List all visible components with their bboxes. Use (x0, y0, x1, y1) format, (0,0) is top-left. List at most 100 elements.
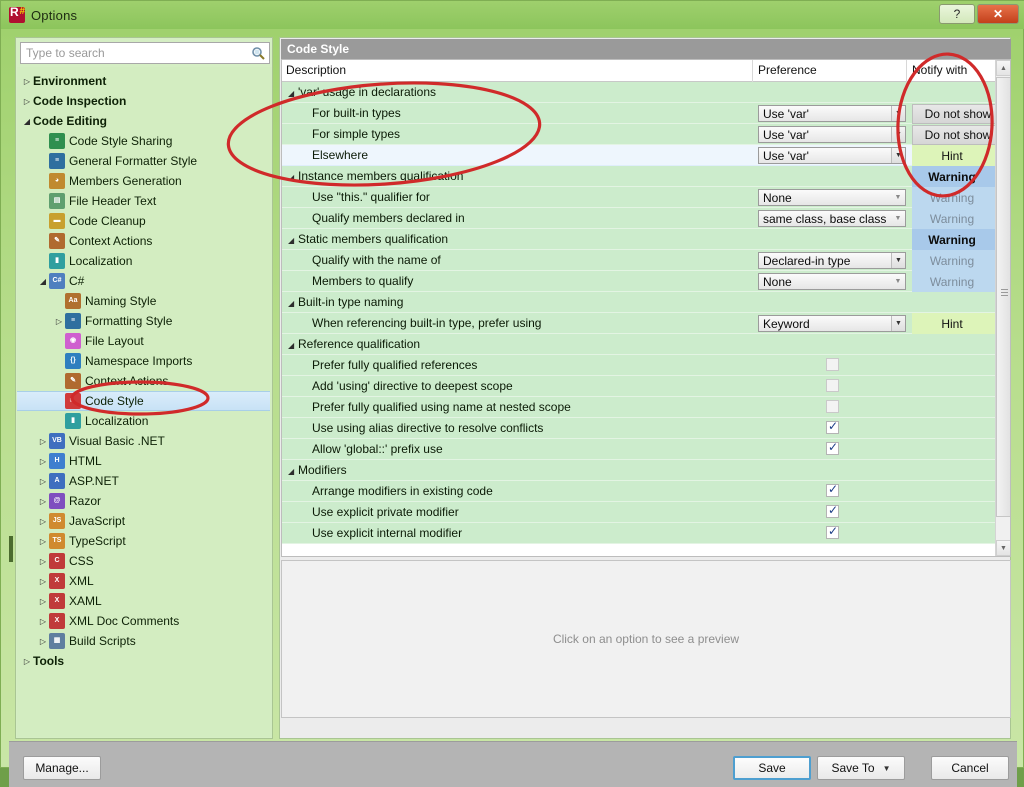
preference-dropdown[interactable]: Use 'var' ▼ (758, 126, 906, 143)
preference-dropdown[interactable]: None ▼ (758, 273, 906, 290)
chevron-right-icon[interactable]: ▷ (37, 537, 49, 546)
notify-with-dropdown[interactable]: Warning▼ (912, 250, 1004, 271)
close-button[interactable]: ✕ (977, 4, 1019, 24)
chevron-down-icon[interactable]: ▼ (891, 211, 905, 226)
chevron-right-icon[interactable]: ▷ (21, 657, 33, 666)
chevron-down-icon[interactable]: ◢ (288, 341, 298, 350)
chevron-right-icon[interactable]: ▷ (21, 77, 33, 86)
notify-with-dropdown[interactable]: Warning▼ (912, 229, 1004, 250)
chevron-down-icon[interactable]: ◢ (288, 89, 298, 98)
preference-dropdown[interactable]: Declared-in type ▼ (758, 252, 906, 269)
table-row[interactable]: Qualify with the name of Declared-in type… (282, 250, 1010, 271)
table-row[interactable]: For built-in types Use 'var' ▼ Do not show (282, 103, 1010, 124)
sidebar-item-tools[interactable]: ▷ Tools (17, 651, 272, 671)
chevron-down-icon[interactable]: ▼ (891, 316, 905, 331)
table-row[interactable]: Add 'using' directive to deepest scope (282, 376, 1010, 397)
sidebar-item-xaml[interactable]: ▷ X XAML (17, 591, 272, 611)
scroll-down-button[interactable]: ▼ (996, 540, 1010, 556)
chevron-right-icon[interactable]: ▷ (37, 457, 49, 466)
sidebar-item-typescript[interactable]: ▷ TS TypeScript (17, 531, 272, 551)
sidebar-item-code-cleanup[interactable]: ▬ Code Cleanup (17, 211, 272, 231)
preference-dropdown[interactable]: None ▼ (758, 189, 906, 206)
sidebar-item-code-inspection[interactable]: ▷ Code Inspection (17, 91, 272, 111)
table-row[interactable]: Use using alias directive to resolve con… (282, 418, 1010, 439)
column-header-preference[interactable]: Preference (758, 63, 817, 77)
save-button[interactable]: Save (733, 756, 811, 780)
chevron-down-icon[interactable]: ◢ (288, 467, 298, 476)
sidebar-item-xml-doc-comments[interactable]: ▷ X XML Doc Comments (17, 611, 272, 631)
row-checkbox[interactable]: ✓ (826, 482, 839, 497)
sidebar-item-javascript[interactable]: ▷ JS JavaScript (17, 511, 272, 531)
sidebar-item-general-formatter-style[interactable]: ≡ General Formatter Style (17, 151, 272, 171)
grid-rows[interactable]: ◢'var' usage in declarations For built-in… (282, 82, 1010, 556)
notify-with-dropdown[interactable]: Hint▼ (912, 145, 1004, 166)
grid-group-row[interactable]: ◢ Built-in type naming (282, 292, 1010, 313)
preference-dropdown[interactable]: Keyword ▼ (758, 315, 906, 332)
notify-with-dropdown[interactable]: Warning▼ (912, 208, 1004, 229)
chevron-right-icon[interactable]: ▷ (37, 497, 49, 506)
grid-group-row[interactable]: ◢'var' usage in declarations (282, 82, 1010, 103)
search-icon[interactable] (247, 43, 269, 63)
chevron-right-icon[interactable]: ▷ (21, 97, 33, 106)
chevron-right-icon[interactable]: ▷ (37, 637, 49, 646)
row-checkbox[interactable]: ✓ (826, 440, 839, 455)
sidebar-item-context-actions[interactable]: ✎ Context Actions (17, 231, 272, 251)
table-row[interactable]: Prefer fully qualified references (282, 355, 1010, 376)
search-box[interactable] (20, 42, 270, 64)
notify-with-dropdown[interactable]: Do not show (912, 125, 1004, 145)
save-to-button[interactable]: Save To ▼ (817, 756, 905, 780)
manage-button[interactable]: Manage... (23, 756, 101, 780)
options-grid[interactable]: Description Preference Notify with ◢'var… (281, 59, 1011, 557)
chevron-down-icon[interactable]: ▼ (891, 274, 905, 289)
notify-with-dropdown[interactable]: Do not show (912, 104, 1004, 124)
scrollbar-thumb[interactable] (996, 77, 1010, 517)
sidebar-item-visual-basic-net[interactable]: ▷ VB Visual Basic .NET (17, 431, 272, 451)
sidebar-item-code-style-sharing[interactable]: ≡ Code Style Sharing (17, 131, 272, 151)
grid-vertical-scrollbar[interactable]: ▲ ▼ (995, 60, 1010, 556)
row-checkbox[interactable] (826, 400, 839, 413)
table-row[interactable]: Allow 'global::' prefix use ✓ (282, 439, 1010, 460)
chevron-down-icon[interactable]: ▼ (891, 106, 905, 121)
notify-with-dropdown[interactable]: Warning▼ (912, 187, 1004, 208)
sidebar-item-xml[interactable]: ▷ X XML (17, 571, 272, 591)
chevron-down-icon[interactable]: ◢ (288, 173, 298, 182)
chevron-down-icon[interactable]: ▼ (891, 253, 905, 268)
help-button[interactable]: ? (939, 4, 975, 24)
sidebar-item-naming-style[interactable]: Aa Naming Style (17, 291, 272, 311)
chevron-right-icon[interactable]: ▷ (37, 557, 49, 566)
column-header-notify[interactable]: Notify with (912, 63, 967, 77)
row-checkbox[interactable]: ✓ (826, 419, 839, 434)
grid-group-row[interactable]: ◢Static members qualification Warning▼ (282, 229, 1010, 250)
row-checkbox[interactable] (826, 379, 839, 392)
sidebar-item-code-editing[interactable]: ◢ Code Editing (17, 111, 272, 131)
chevron-down-icon[interactable]: ◢ (21, 117, 33, 126)
preference-dropdown[interactable]: same class, base class ▼ (758, 210, 906, 227)
sidebar-item-asp-net[interactable]: ▷ A ASP.NET (17, 471, 272, 491)
sidebar-item-formatting-style[interactable]: ▷ ≡ Formatting Style (17, 311, 272, 331)
chevron-right-icon[interactable]: ▷ (53, 317, 65, 326)
sidebar-item-file-layout[interactable]: ◉ File Layout (17, 331, 272, 351)
table-row[interactable]: Use "this." qualifier for None ▼ Warning▼ (282, 187, 1010, 208)
chevron-right-icon[interactable]: ▷ (37, 437, 49, 446)
chevron-right-icon[interactable]: ▷ (37, 577, 49, 586)
row-checkbox[interactable] (826, 358, 839, 371)
cancel-button[interactable]: Cancel (931, 756, 1009, 780)
notify-with-dropdown[interactable]: Hint▼ (912, 313, 1004, 334)
sidebar-item-css[interactable]: ▷ C CSS (17, 551, 272, 571)
sidebar-item-build-scripts[interactable]: ▷ ▦ Build Scripts (17, 631, 272, 651)
notify-with-dropdown[interactable]: Warning▼ (912, 166, 1004, 187)
chevron-right-icon[interactable]: ▷ (37, 477, 49, 486)
scroll-up-button[interactable]: ▲ (996, 60, 1010, 76)
table-row[interactable]: Prefer fully qualified using name at nes… (282, 397, 1010, 418)
chevron-down-icon[interactable]: ▼ (891, 190, 905, 205)
table-row[interactable]: Arrange modifiers in existing code ✓ (282, 481, 1010, 502)
grid-group-row[interactable]: ◢Instance members qualification Warning▼ (282, 166, 1010, 187)
row-checkbox[interactable]: ✓ (826, 524, 839, 539)
preference-dropdown[interactable]: Use 'var' ▼ (758, 105, 906, 122)
chevron-right-icon[interactable]: ▷ (37, 597, 49, 606)
chevron-right-icon[interactable]: ▷ (37, 517, 49, 526)
grid-group-row[interactable]: ◢ Reference qualification (282, 334, 1010, 355)
chevron-down-icon[interactable]: ◢ (288, 299, 298, 308)
search-input[interactable] (21, 44, 247, 62)
settings-tree[interactable]: ▷ Environment ▷ Code Inspection ◢ Code Editin… (17, 67, 272, 737)
